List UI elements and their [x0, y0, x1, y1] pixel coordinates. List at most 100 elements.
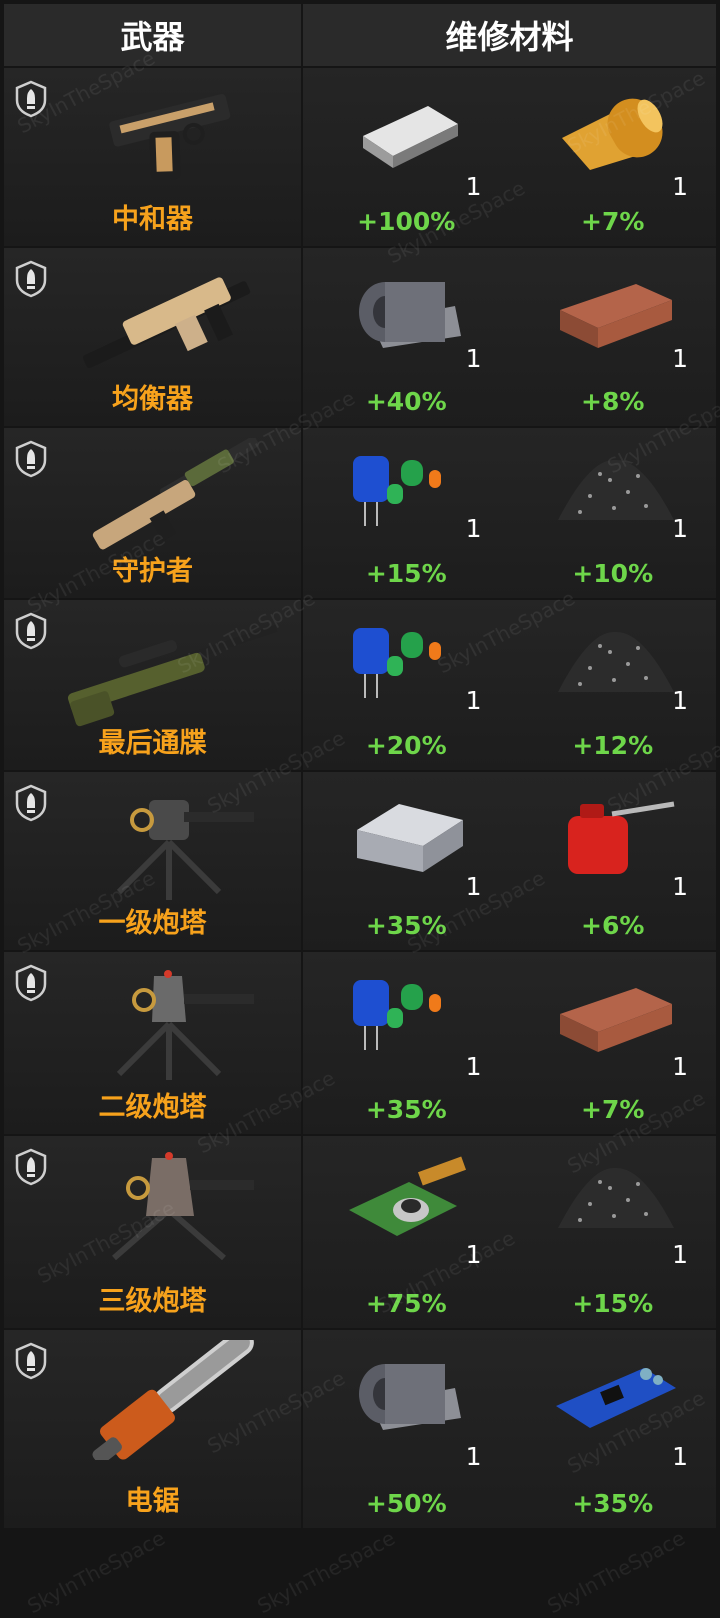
material-item: 1 +8%: [510, 248, 717, 426]
table-row: 三级炮塔 1 +75% 1 +15%: [4, 1136, 716, 1330]
table-row: 守护者 1 +15% 1 +10%: [4, 428, 716, 600]
metal-sheet-roll-icon: [343, 1348, 473, 1442]
material-quantity: 1: [465, 1240, 482, 1269]
shotgun-icon: [54, 436, 284, 562]
material-item: 1 +20%: [303, 600, 510, 770]
repair-percent: +7%: [581, 1095, 645, 1124]
material-item: 1 +7%: [510, 952, 717, 1134]
repair-percent: +20%: [365, 731, 447, 760]
capacitors-icon: [343, 970, 473, 1064]
watermark-text: SkyInTheSpace: [23, 1525, 169, 1618]
materials-cell: 1 +35% 1 +6%: [303, 772, 716, 950]
weapon-name: 电锯: [125, 1486, 180, 1517]
copper-brick-icon: [550, 970, 680, 1064]
materials-cell: 1 +35% 1 +7%: [303, 952, 716, 1134]
watermark-text: SkyInTheSpace: [253, 1525, 399, 1618]
material-quantity: 1: [672, 514, 688, 543]
repair-percent: +35%: [572, 1489, 654, 1518]
material-item: 1 +40%: [303, 248, 510, 426]
repair-percent: +50%: [365, 1489, 447, 1518]
turret-lv3-icon: [54, 1146, 284, 1270]
gold-foil-roll-icon: [550, 86, 680, 180]
repair-percent: +15%: [572, 1289, 654, 1318]
shield-alert-icon: [14, 260, 48, 298]
weapon-cell: 中和器: [4, 68, 303, 246]
weapon-cell: 最后通牒: [4, 600, 303, 770]
material-item: 1 +15%: [510, 1136, 717, 1328]
material-item: 1 +100%: [303, 68, 510, 246]
shield-alert-icon: [14, 80, 48, 118]
weapon-cell: 电锯: [4, 1329, 303, 1528]
aluminum-block-icon: [343, 790, 473, 884]
material-item: 1 +10%: [510, 428, 717, 598]
weapon-name: 最后通牒: [98, 728, 207, 759]
material-item: 1 +35%: [303, 952, 510, 1134]
shield-alert-icon: [14, 964, 48, 1002]
materials-cell: 1 +100% 1 +7%: [303, 68, 716, 246]
material-item: 1 +7%: [510, 68, 717, 246]
material-quantity: 1: [672, 172, 688, 201]
shield-alert-icon: [14, 784, 48, 822]
weapon-cell: 二级炮塔: [4, 952, 303, 1134]
gravel-pile-icon: [550, 618, 680, 712]
material-item: 1 +15%: [303, 428, 510, 598]
weapon-name: 守护者: [112, 556, 193, 587]
weapon-cell: 三级炮塔: [4, 1136, 303, 1328]
oil-can-icon: [550, 790, 680, 884]
weapon-cell: 守护者: [4, 428, 303, 598]
weapon-column-header: 武器: [4, 4, 303, 68]
repair-percent: +35%: [365, 1095, 447, 1124]
material-quantity: 1: [465, 172, 482, 201]
repair-percent: +6%: [581, 911, 645, 940]
materials-cell: 1 +20% 1 +12%: [303, 600, 716, 770]
watermark-text: SkyInTheSpace: [543, 1525, 689, 1618]
table-row: 均衡器 1 +40% 1 +8%: [4, 248, 716, 428]
chainsaw-icon: [54, 1329, 284, 1465]
pistol-icon: [54, 78, 284, 202]
metal-sheet-roll-icon: [343, 266, 473, 360]
shield-alert-icon: [14, 1148, 48, 1186]
material-item: 1 +35%: [303, 772, 510, 950]
shield-alert-icon: [14, 1342, 48, 1380]
table-row: 二级炮塔 1 +35% 1 +7%: [4, 952, 716, 1136]
materials-column-header: 维修材料: [303, 4, 716, 68]
table-row: 最后通牒 1 +20% 1 +12%: [4, 600, 716, 772]
shield-alert-icon: [14, 612, 48, 650]
camera-module-icon: [343, 1154, 473, 1248]
material-quantity: 1: [465, 686, 482, 715]
table-row: 中和器 1 +100% 1 +7%: [4, 68, 716, 248]
material-quantity: 1: [672, 1240, 688, 1269]
repair-percent: +75%: [365, 1289, 447, 1318]
repair-percent: +100%: [357, 207, 456, 236]
materials-cell: 1 +40% 1 +8%: [303, 248, 716, 426]
weapon-cell: 均衡器: [4, 248, 303, 426]
material-quantity: 1: [672, 1052, 688, 1081]
table-body: 中和器 1 +100% 1 +7% 均衡器 1 +40% 1 +8% 守护者 1…: [4, 68, 716, 1530]
material-quantity: 1: [672, 686, 688, 715]
repair-materials-table: 武器 维修材料 中和器 1 +100% 1 +7% 均衡器 1 +40% 1 +…: [4, 4, 716, 1530]
repair-percent: +10%: [572, 559, 654, 588]
circuit-board-icon: [550, 1348, 680, 1442]
repair-percent: +40%: [365, 387, 447, 416]
copper-brick-icon: [550, 266, 680, 360]
weapon-name: 一级炮塔: [98, 908, 207, 939]
materials-cell: 1 +50% 1 +35%: [303, 1330, 716, 1528]
material-quantity: 1: [672, 344, 688, 373]
turret-lv1-icon: [54, 782, 284, 906]
material-quantity: 1: [465, 344, 482, 373]
sniper-rifle-icon: [54, 610, 284, 734]
material-item: 1 +12%: [510, 600, 717, 770]
steel-ingot-icon: [343, 86, 473, 180]
weapon-name: 二级炮塔: [98, 1092, 207, 1123]
repair-percent: +12%: [572, 731, 654, 760]
shield-alert-icon: [14, 440, 48, 478]
material-quantity: 1: [465, 1442, 482, 1471]
materials-cell: 1 +75% 1 +15%: [303, 1136, 716, 1328]
material-item: 1 +6%: [510, 772, 717, 950]
table-row: 电锯 1 +50% 1 +35%: [4, 1329, 716, 1530]
gravel-pile-icon: [550, 1154, 680, 1248]
weapon-name: 三级炮塔: [98, 1286, 207, 1317]
repair-percent: +35%: [365, 911, 447, 940]
repair-percent: +8%: [581, 387, 645, 416]
repair-percent: +15%: [365, 559, 447, 588]
